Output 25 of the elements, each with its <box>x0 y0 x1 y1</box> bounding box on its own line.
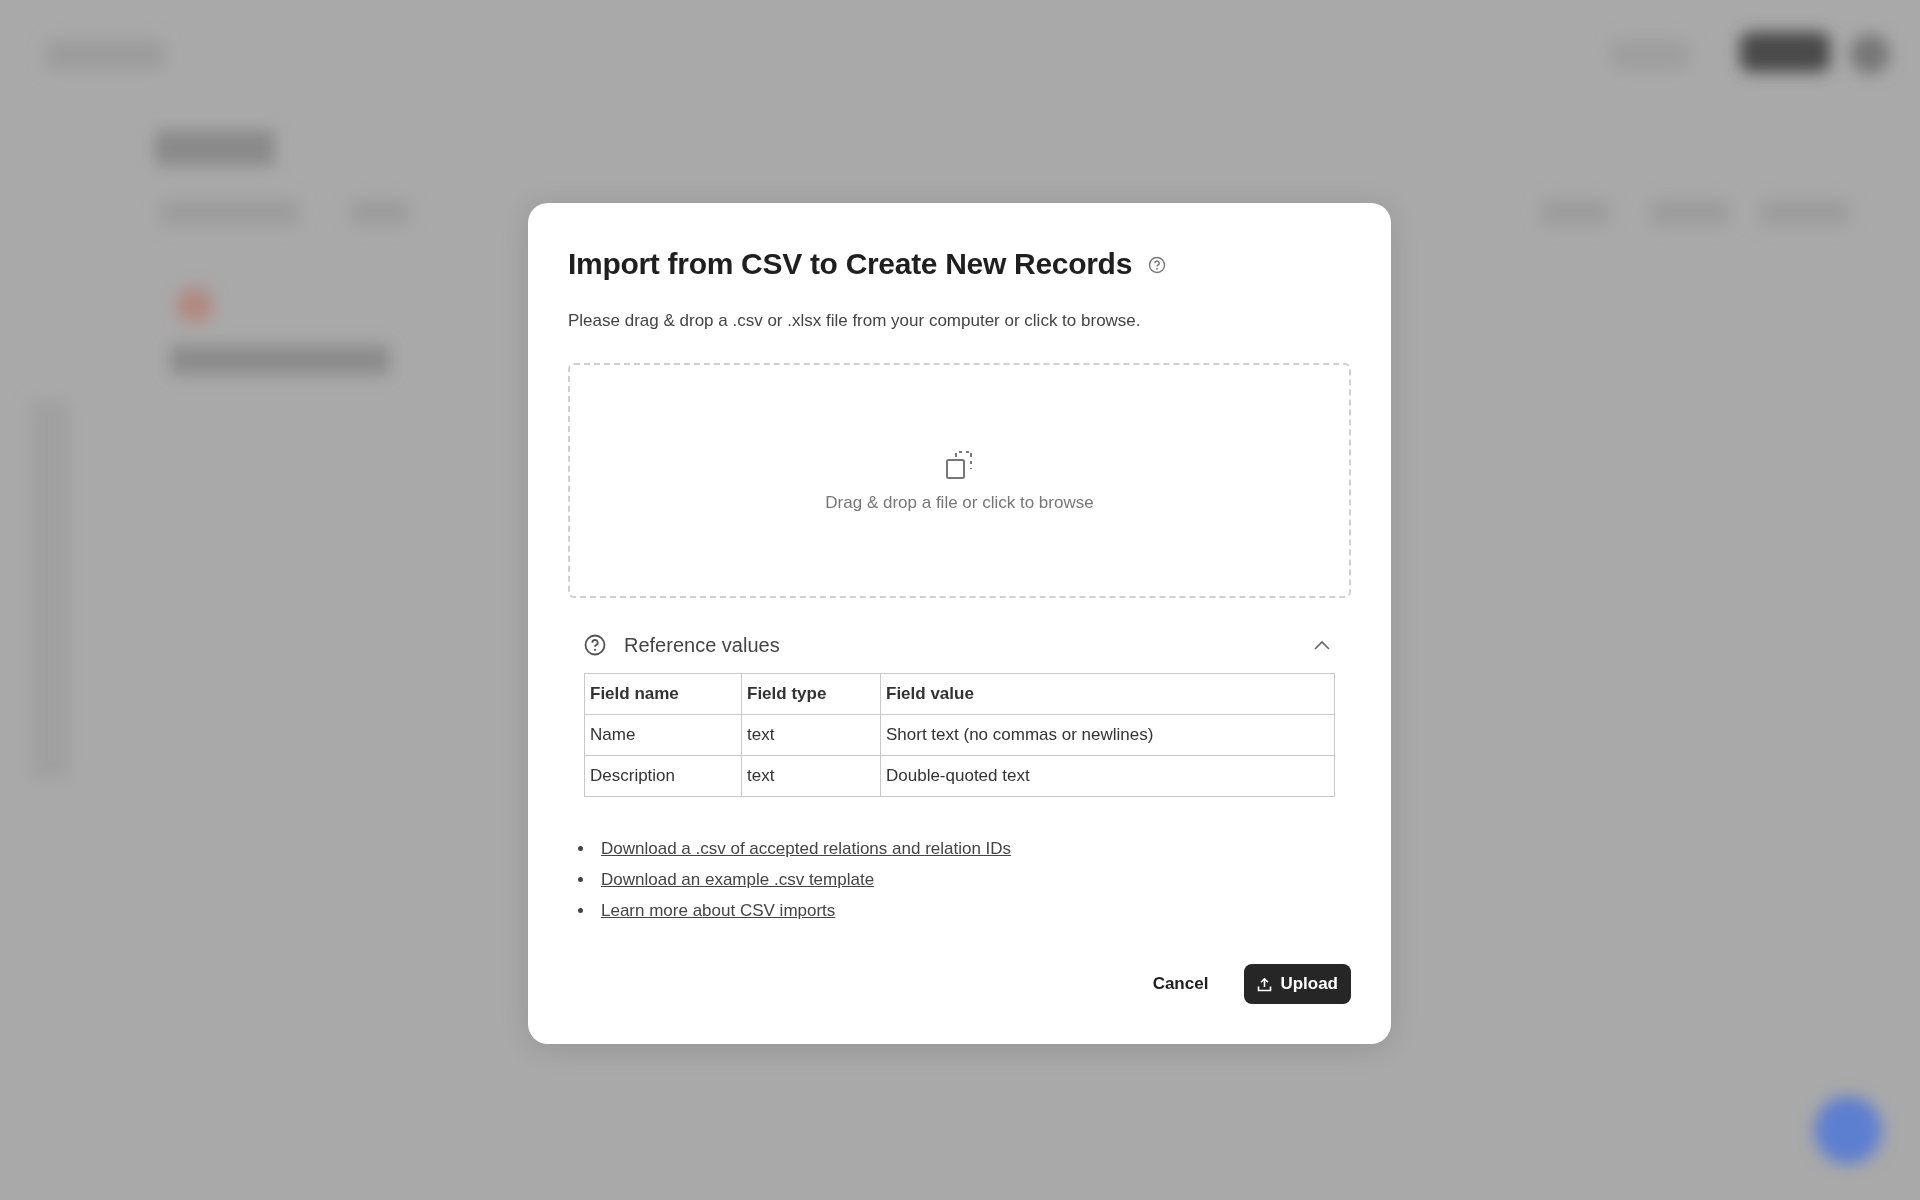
column-header: Field name <box>584 673 742 715</box>
file-dropzone[interactable]: Drag & drop a file or click to browse <box>568 363 1351 598</box>
bullet-icon <box>578 908 583 913</box>
help-link[interactable]: Download a .csv of accepted relations and relation IDs <box>601 838 1012 859</box>
help-link[interactable]: Learn more about CSV imports <box>601 900 836 921</box>
table-cell: Double-quoted text <box>880 755 1335 797</box>
column-header: Field value <box>880 673 1335 715</box>
table-cell: Short text (no commas or newlines) <box>880 714 1335 756</box>
dialog-title: Import from CSV to Create New Records <box>568 247 1132 281</box>
table-cell: Name <box>584 714 742 756</box>
help-icon[interactable] <box>1148 256 1166 274</box>
file-icon <box>944 448 975 481</box>
upload-icon <box>1257 976 1273 992</box>
table-cell: text <box>741 714 881 756</box>
bullet-icon <box>578 846 583 851</box>
column-header: Field type <box>741 673 881 715</box>
bullet-icon <box>578 877 583 882</box>
instructions-text: Please drag & drop a .csv or .xlsx file from your computer or click to browse. <box>568 311 1142 331</box>
help-icon <box>584 634 606 656</box>
reference-values-toggle[interactable]: Reference values <box>584 630 1335 660</box>
table-cell: Description <box>584 755 742 797</box>
dropzone-text: Drag & drop a file or click to browse <box>825 492 1094 513</box>
upload-button[interactable]: Upload <box>1244 964 1351 1004</box>
help-link[interactable]: Download an example .csv template <box>601 869 875 890</box>
table-cell: text <box>741 755 881 797</box>
